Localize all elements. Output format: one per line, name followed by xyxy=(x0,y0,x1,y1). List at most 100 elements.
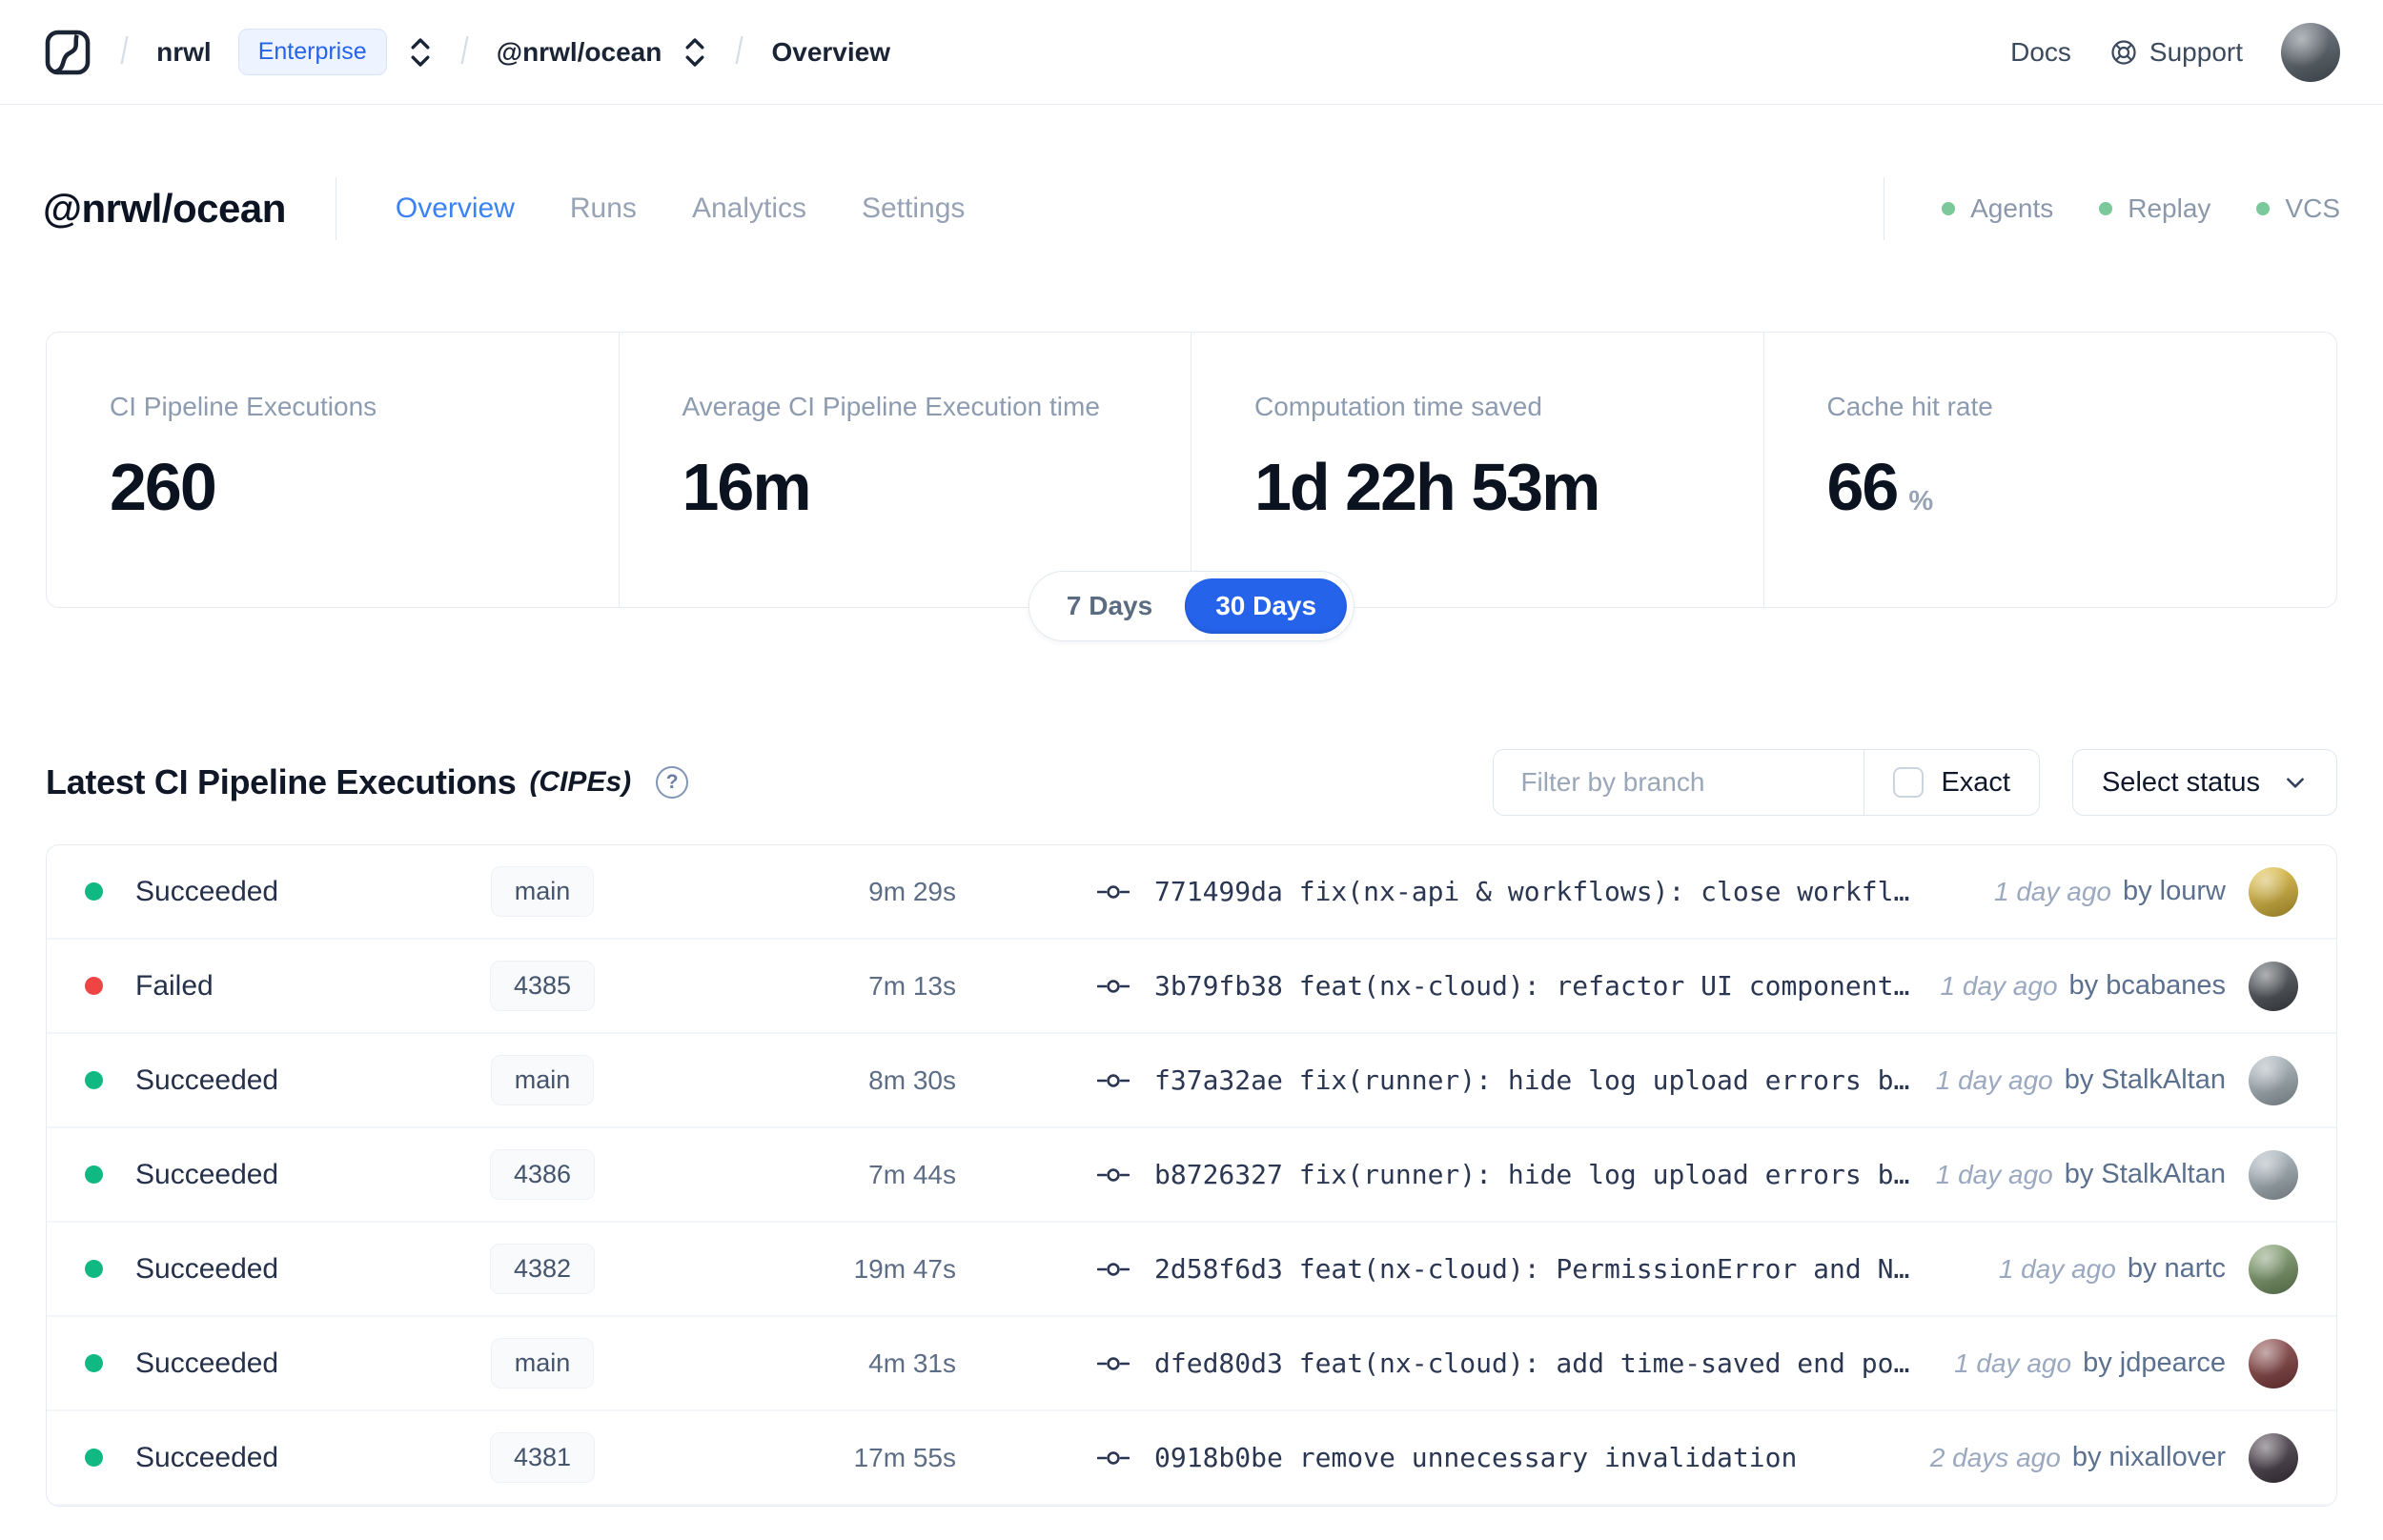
support-label: Support xyxy=(2149,36,2243,67)
cipes-title-suffix: (CIPEs) xyxy=(529,766,632,798)
workspace-title: @nrwl/ocean xyxy=(43,186,286,231)
status-dot-icon xyxy=(85,1354,103,1372)
breadcrumb-org[interactable]: nrwl xyxy=(156,37,212,68)
author-avatar xyxy=(2249,1055,2298,1105)
cipe-row[interactable]: Failed 4385 7m 13s 3b79fb38 feat(nx-clou… xyxy=(47,940,2336,1034)
cipe-row[interactable]: Succeeded main 4m 31s dfed80d3 feat(nx-c… xyxy=(47,1317,2336,1411)
cipes-table: Succeeded main 9m 29s 771499da fix(nx-ap… xyxy=(46,844,2337,1507)
git-commit-icon xyxy=(1097,1067,1130,1094)
cipes-section-header: Latest CI Pipeline Executions (CIPEs) ? … xyxy=(46,749,2337,816)
cipes-filter-controls: Exact Select status xyxy=(1493,749,2337,816)
time-ago: 1 day ago xyxy=(1940,970,2058,1001)
branch-badge: 4385 xyxy=(489,961,596,1011)
author-avatar xyxy=(2249,961,2298,1011)
branch-badge: main xyxy=(490,1338,595,1388)
commit-message: f37a32ae fix(runner): hide log upload er… xyxy=(1154,1064,1910,1096)
green-status-dot-icon xyxy=(2099,202,2113,215)
status-label: Succeeded xyxy=(135,1064,279,1096)
branch-filter-input[interactable] xyxy=(1494,750,1864,815)
tab-runs[interactable]: Runs xyxy=(570,192,637,225)
time-ago: 1 day ago xyxy=(1935,1159,2053,1189)
cipe-duration: 17m 55s xyxy=(853,1442,956,1472)
workspace-health-statuses: Agents Replay VCS xyxy=(1884,177,2340,240)
author-avatar xyxy=(2249,1338,2298,1388)
branch-badge: 4382 xyxy=(489,1244,596,1294)
status-label: Succeeded xyxy=(135,875,279,907)
workspace-switcher-chevron-updown-icon[interactable] xyxy=(682,36,707,69)
cipe-commit: 771499da fix(nx-api & workflows): close … xyxy=(962,876,1975,907)
cipe-branch: 4381 xyxy=(447,1432,638,1483)
git-commit-icon xyxy=(1097,1256,1130,1283)
cipe-branch: main xyxy=(447,1338,638,1388)
cipe-row[interactable]: Succeeded 4381 17m 55s 0918b0be remove u… xyxy=(47,1411,2336,1506)
branch-filter-group: Exact xyxy=(1493,749,2040,816)
cipe-row[interactable]: Succeeded main 9m 29s 771499da fix(nx-ap… xyxy=(47,845,2336,940)
nx-cloud-logo-icon[interactable] xyxy=(43,28,92,77)
cipe-commit: 3b79fb38 feat(nx-cloud): refactor UI com… xyxy=(962,970,1922,1002)
stat-value: 16m xyxy=(682,450,812,524)
cipe-commit: 0918b0be remove unnecessary invalidation xyxy=(962,1442,1911,1473)
org-switcher-chevron-updown-icon[interactable] xyxy=(408,36,433,69)
exact-checkbox[interactable] xyxy=(1893,767,1925,798)
cipe-commit: f37a32ae fix(runner): hide log upload er… xyxy=(962,1064,1917,1096)
cipe-row[interactable]: Succeeded 4386 7m 44s b8726327 fix(runne… xyxy=(47,1128,2336,1223)
time-ago: 2 days ago xyxy=(1929,1442,2061,1472)
cipe-duration: 7m 44s xyxy=(868,1159,956,1189)
cipe-row[interactable]: Succeeded 4382 19m 47s 2d58f6d3 feat(nx-… xyxy=(47,1223,2336,1317)
cipe-author: 1 day ago by lourw xyxy=(1994,866,2298,917)
select-status-dropdown[interactable]: Select status xyxy=(2071,749,2337,816)
cipe-commit: dfed80d3 feat(nx-cloud): add time-saved … xyxy=(962,1348,1935,1379)
top-navigation-bar: / nrwl Enterprise / @nrwl/ocean / Overvi… xyxy=(0,0,2383,105)
user-avatar[interactable] xyxy=(2281,22,2340,82)
cipe-row[interactable]: Succeeded main 8m 30s f37a32ae fix(runne… xyxy=(47,1034,2336,1128)
commit-message: 771499da fix(nx-api & workflows): close … xyxy=(1154,876,1910,907)
status-dot-icon xyxy=(85,1449,103,1467)
docs-link[interactable]: Docs xyxy=(2010,37,2071,68)
range-7-days-button[interactable]: 7 Days xyxy=(1036,578,1183,634)
author-name: by nixallover xyxy=(2071,1442,2226,1472)
stat-label: Computation time saved xyxy=(1254,392,1542,421)
tab-settings[interactable]: Settings xyxy=(862,192,965,225)
branch-badge: main xyxy=(490,866,595,917)
cipe-commit: b8726327 fix(runner): hide log upload er… xyxy=(962,1159,1917,1190)
status-dot-icon xyxy=(85,1165,103,1184)
stat-average-execution-time: Average CI Pipeline Execution time 16m xyxy=(620,333,1192,607)
status-label: Failed xyxy=(135,969,214,1002)
breadcrumb-separator: / xyxy=(460,30,469,72)
range-30-days-button[interactable]: 30 Days xyxy=(1185,578,1348,634)
cipe-author: 2 days ago by nixallover xyxy=(1929,1432,2298,1483)
breadcrumb-separator: / xyxy=(120,30,129,72)
status-agents-label: Agents xyxy=(1970,193,2054,223)
status-vcs[interactable]: VCS xyxy=(2256,193,2340,224)
cipe-author: 1 day ago by bcabanes xyxy=(1940,961,2298,1011)
status-replay[interactable]: Replay xyxy=(2099,193,2210,224)
commit-message: 3b79fb38 feat(nx-cloud): refactor UI com… xyxy=(1154,970,1910,1002)
status-agents[interactable]: Agents xyxy=(1942,193,2053,224)
help-icon[interactable]: ? xyxy=(656,766,689,799)
cipe-author: 1 day ago by jdpearce xyxy=(1954,1338,2298,1388)
exact-match-option: Exact xyxy=(1864,767,2039,799)
cipe-author: 1 day ago by nartc xyxy=(1999,1244,2298,1294)
cipes-title: Latest CI Pipeline Executions xyxy=(46,762,517,801)
cipe-status: Succeeded xyxy=(85,1253,447,1286)
support-link[interactable]: Support xyxy=(2109,37,2243,68)
status-dot-icon xyxy=(85,882,103,901)
commit-message: 0918b0be remove unnecessary invalidation xyxy=(1154,1442,1798,1473)
author-name: by bcabanes xyxy=(2068,970,2226,1001)
breadcrumb-workspace[interactable]: @nrwl/ocean xyxy=(497,37,662,68)
cipe-status: Succeeded xyxy=(85,1442,447,1474)
status-label: Succeeded xyxy=(135,1441,279,1473)
cipe-status: Failed xyxy=(85,970,447,1003)
workspace-tabs: Overview Runs Analytics Settings xyxy=(396,192,966,225)
tab-analytics[interactable]: Analytics xyxy=(692,192,806,225)
tab-overview[interactable]: Overview xyxy=(396,192,515,225)
stat-label: CI Pipeline Executions xyxy=(110,392,377,421)
status-dot-icon xyxy=(85,1260,103,1278)
cipe-duration: 4m 31s xyxy=(868,1348,956,1378)
enterprise-badge[interactable]: Enterprise xyxy=(237,29,387,75)
exact-label: Exact xyxy=(1941,766,2010,798)
cipe-branch: main xyxy=(447,1055,638,1105)
breadcrumb-page: Overview xyxy=(771,36,890,67)
cipe-duration: 19m 47s xyxy=(853,1253,956,1284)
green-status-dot-icon xyxy=(2256,202,2271,215)
